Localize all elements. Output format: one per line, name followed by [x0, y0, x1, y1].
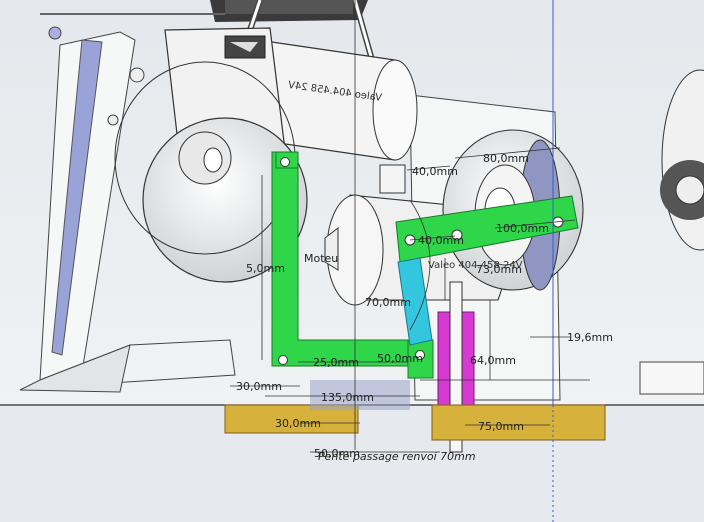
- dim-80: 80,0mm: [483, 152, 529, 165]
- dim-100: 100,0mm: [496, 222, 549, 235]
- dim-30: 30,0mm: [236, 380, 282, 393]
- sketchup-viewport[interactable]: Valeo 404.458 24V Valeo 404.458 24V 40,0…: [0, 0, 704, 522]
- dim-75: 75,0mm: [478, 420, 524, 433]
- dim-40b: 40,0mm: [418, 234, 464, 247]
- dim-25: 25,0mm: [313, 356, 359, 369]
- dim-30b: 30,0mm: [275, 417, 321, 430]
- dim-19: 19,6mm: [567, 331, 613, 344]
- motor-label: Moteu: [304, 252, 338, 265]
- dim-40: 40,0mm: [412, 165, 458, 178]
- frame-bolt: [48, 26, 62, 40]
- dim-73: 73,0mm: [476, 263, 522, 276]
- model-canvas[interactable]: Valeo 404.458 24V Valeo 404.458 24V 40,0…: [0, 0, 704, 522]
- dim-135: 135,0mm: [321, 391, 374, 404]
- note-text: Pente passage renvoi 70mm: [318, 450, 476, 463]
- dim-50: 50,0mm: [377, 352, 423, 365]
- dim-64: 64,0mm: [470, 354, 516, 367]
- dim-70: 70,0mm: [365, 296, 411, 309]
- dim-5: 5,0mm: [246, 262, 285, 275]
